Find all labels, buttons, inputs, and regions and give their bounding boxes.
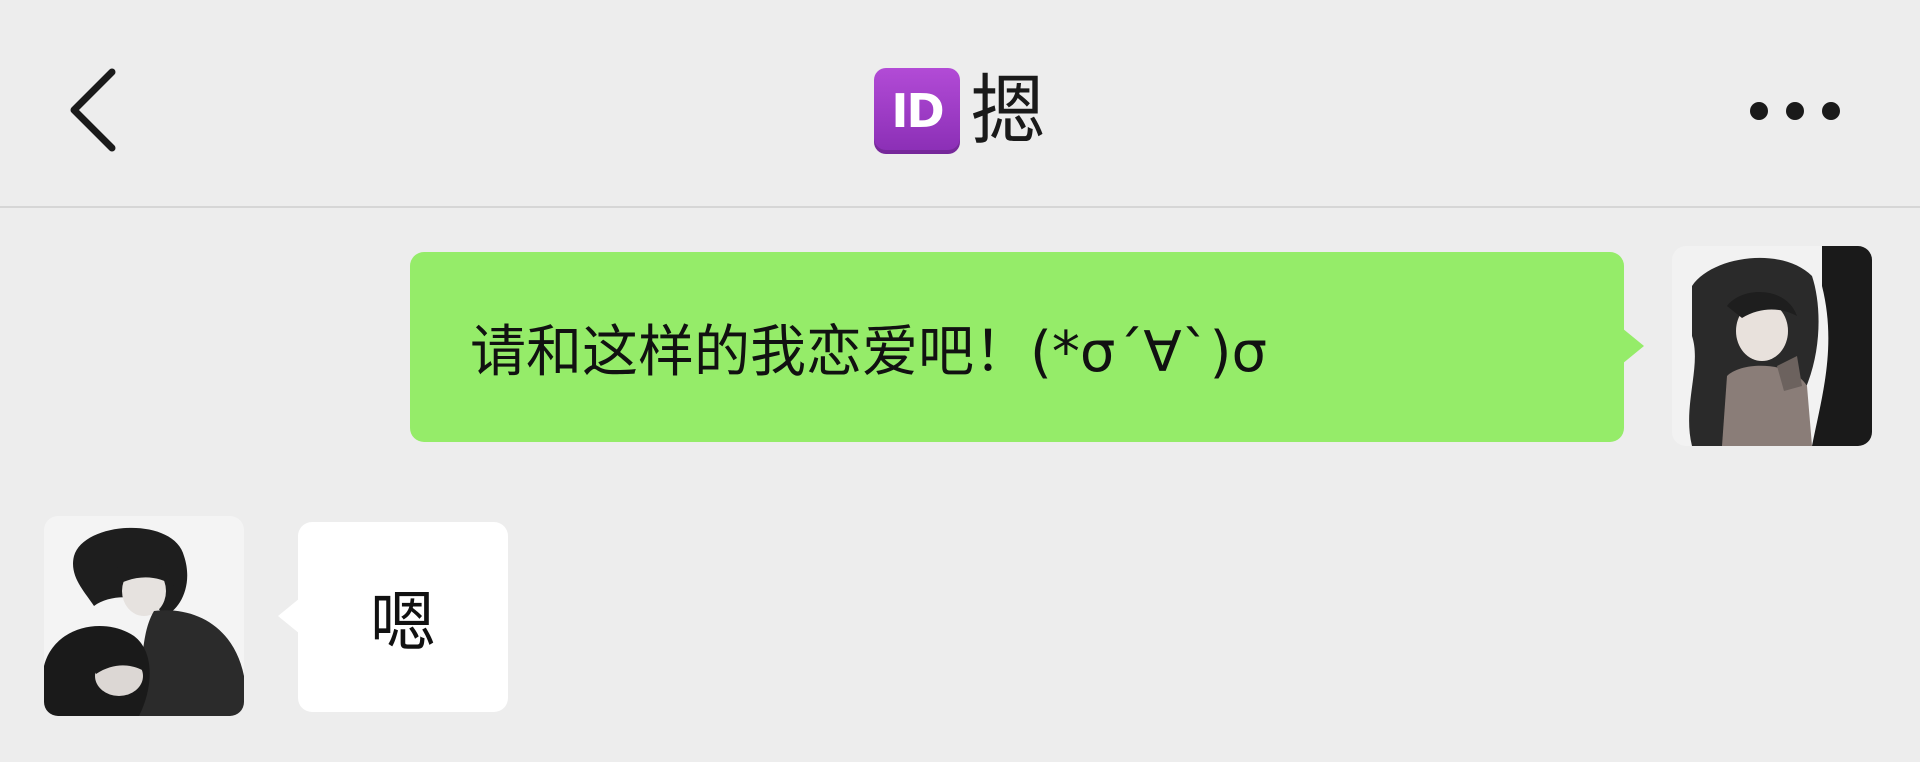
more-horizontal-icon [1750,102,1768,120]
more-horizontal-icon [1822,102,1840,120]
chat-header: ID 摁 [0,0,1920,208]
avatar-image [44,516,244,716]
more-horizontal-icon [1786,102,1804,120]
avatar-image [1672,246,1872,446]
message-bubble-outgoing[interactable]: 请和这样的我恋爱吧！(*σ´∀`)σ [410,252,1644,442]
contact-name: 摁 [970,66,1046,155]
avatar-contact[interactable] [44,516,244,716]
avatar-self[interactable] [1672,246,1872,446]
message-bubble-incoming[interactable]: 嗯 [278,522,508,712]
message-text: 嗯 [370,584,436,661]
message-text: 请和这样的我恋爱吧！(*σ´∀`)σ [470,319,1267,385]
id-badge-icon: ID [874,68,960,154]
chat-title: ID 摁 [0,66,1920,156]
more-options-button[interactable] [1750,96,1840,126]
